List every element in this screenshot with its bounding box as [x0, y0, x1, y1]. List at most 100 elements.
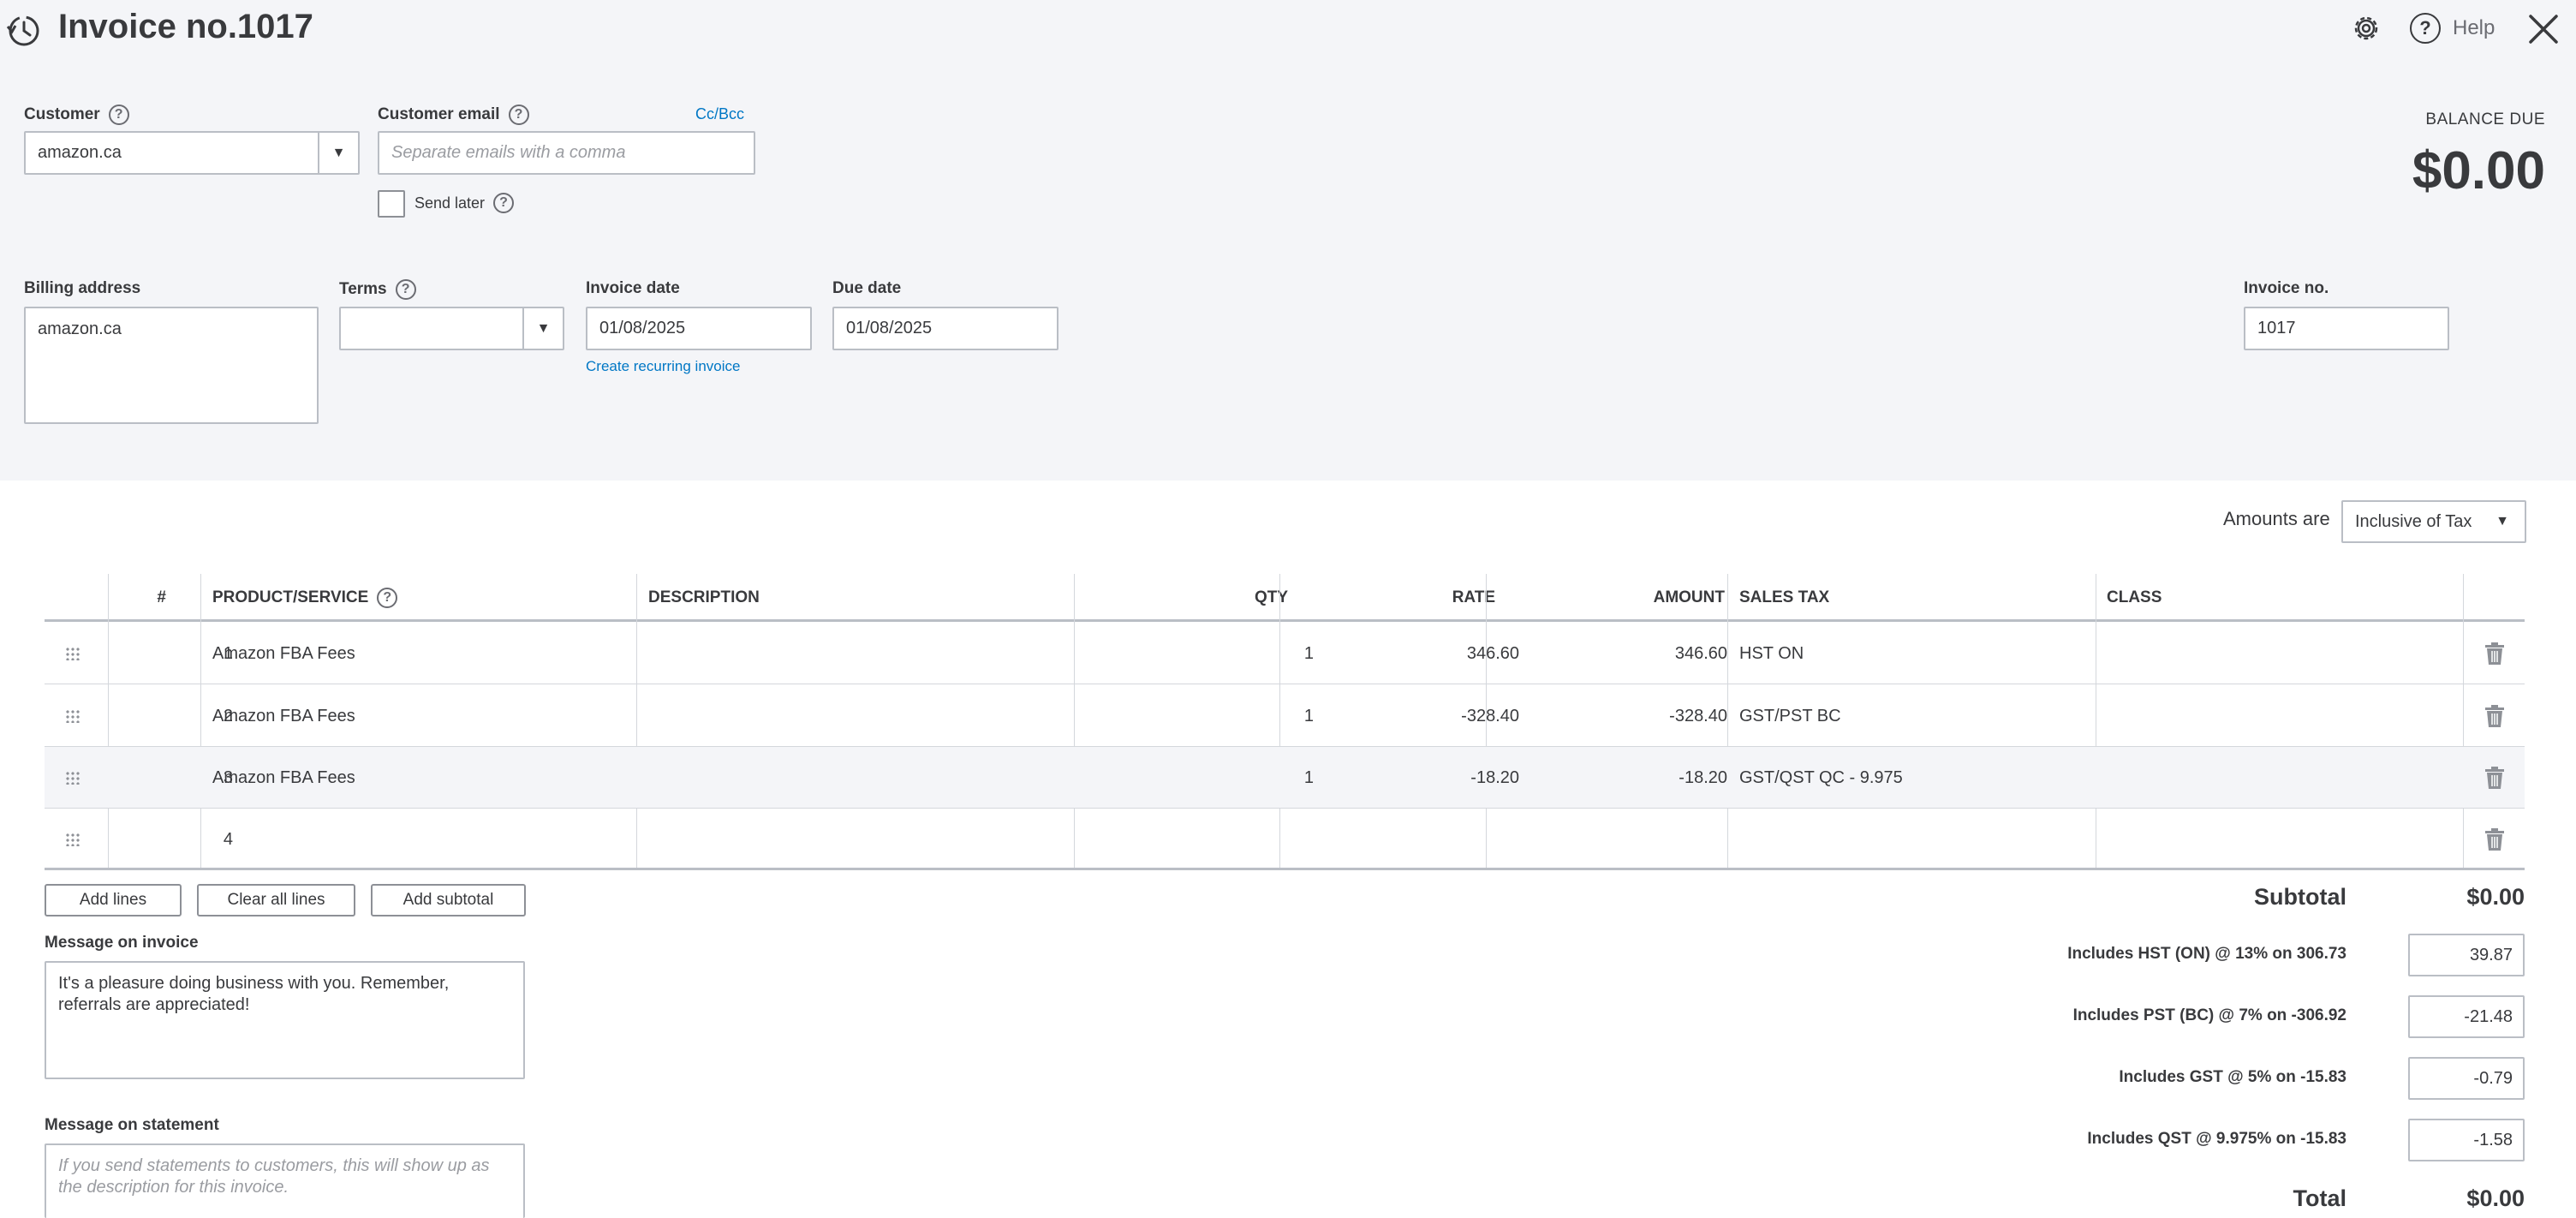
amounts-are-value: Inclusive of Tax — [2355, 511, 2472, 531]
chevron-down-icon: ▼ — [2496, 514, 2509, 528]
col-product: PRODUCT/SERVICE? — [212, 574, 398, 622]
terms-select[interactable]: ▼ — [339, 307, 564, 350]
amounts-are-select[interactable]: Inclusive of Tax ▼ — [2341, 500, 2526, 543]
tax-label-pst-bc: Includes PST (BC) @ 7% on -306.92 — [2072, 1006, 2346, 1024]
recent-transactions-icon[interactable] — [5, 12, 43, 50]
invoice-header-area — [0, 0, 2576, 481]
trash-icon[interactable] — [2484, 766, 2506, 790]
due-date-input[interactable]: 01/08/2025 — [832, 307, 1058, 350]
help-icon[interactable]: ? — [508, 104, 529, 125]
customer-email-input[interactable]: Separate emails with a comma — [378, 131, 755, 175]
billing-address-label: Billing address — [24, 279, 141, 297]
tax-label-qst: Includes QST @ 9.975% on -15.83 — [2087, 1130, 2346, 1148]
create-recurring-link[interactable]: Create recurring invoice — [586, 358, 740, 375]
invoice-no-input[interactable]: 1017 — [2244, 307, 2449, 350]
row-rate[interactable]: 346.60 — [1279, 623, 1519, 684]
invoice-no-label: Invoice no. — [2244, 279, 2329, 297]
invoice-date-input[interactable]: 01/08/2025 — [586, 307, 812, 350]
tax-value-hst-on[interactable]: 39.87 — [2408, 934, 2525, 976]
page-title: Invoice no.1017 — [58, 8, 313, 45]
trash-icon[interactable] — [2484, 642, 2506, 666]
row-tax[interactable]: GST/PST BC — [1739, 685, 1841, 747]
drag-handle-icon[interactable] — [65, 709, 80, 723]
row-product[interactable]: Amazon FBA Fees — [212, 747, 355, 809]
message-statement-input[interactable]: If you send statements to customers, thi… — [45, 1143, 525, 1218]
trash-icon[interactable] — [2484, 827, 2506, 851]
table-row[interactable]: 3 Amazon FBA Fees 1 -18.20 -18.20 GST/QS… — [45, 747, 2525, 809]
balance-due-amount: $0.00 — [2412, 141, 2545, 200]
clear-all-lines-button[interactable]: Clear all lines — [197, 884, 355, 916]
row-tax[interactable]: HST ON — [1739, 623, 1804, 684]
help-label: Help — [2453, 16, 2496, 39]
total-label: Total — [2293, 1185, 2347, 1211]
help-icon[interactable]: ? — [395, 279, 416, 300]
message-invoice-label: Message on invoice — [45, 934, 199, 952]
table-row[interactable]: 4 — [45, 809, 2525, 870]
tax-value-pst-bc[interactable]: -21.48 — [2408, 995, 2525, 1038]
tax-value-gst[interactable]: -0.79 — [2408, 1057, 2525, 1100]
total-value: $0.00 — [2466, 1185, 2525, 1211]
row-product[interactable]: Amazon FBA Fees — [212, 623, 355, 684]
row-rate[interactable]: -328.40 — [1279, 685, 1519, 747]
col-num: # — [157, 588, 166, 606]
trash-icon[interactable] — [2484, 704, 2506, 728]
chevron-down-icon[interactable]: ▼ — [522, 308, 563, 349]
send-later-checkbox[interactable] — [378, 190, 405, 218]
col-amount: AMOUNT — [1653, 588, 1725, 606]
col-description: DESCRIPTION — [648, 588, 760, 606]
cc-bcc-link[interactable]: Cc/Bcc — [695, 105, 744, 123]
col-rate: RATE — [1452, 588, 1495, 606]
customer-select[interactable]: amazon.ca ▼ — [24, 131, 360, 175]
chevron-down-icon[interactable]: ▼ — [318, 133, 358, 173]
gear-icon[interactable] — [2350, 12, 2382, 45]
table-row[interactable]: 1 Amazon FBA Fees 1 346.60 346.60 HST ON — [45, 623, 2525, 684]
add-lines-button[interactable]: Add lines — [45, 884, 182, 916]
amounts-are-label: Amounts are — [2223, 508, 2330, 529]
help-button[interactable]: ? Help — [2410, 12, 2495, 45]
invoice-date-value: 01/08/2025 — [599, 319, 686, 337]
tax-label-hst-on: Includes HST (ON) @ 13% on 306.73 — [2067, 945, 2346, 963]
drag-handle-icon[interactable] — [65, 647, 80, 660]
send-later-label: Send later? — [414, 193, 515, 213]
row-rate[interactable]: -18.20 — [1279, 747, 1519, 809]
message-statement-label: Message on statement — [45, 1116, 219, 1134]
help-icon[interactable]: ? — [493, 193, 515, 213]
customer-value: amazon.ca — [38, 143, 122, 162]
table-row[interactable]: 2 Amazon FBA Fees 1 -328.40 -328.40 GST/… — [45, 685, 2525, 747]
customer-label: Customer? — [24, 104, 129, 125]
help-icon: ? — [2410, 13, 2441, 44]
invoice-no-value: 1017 — [2257, 319, 2296, 337]
subtotal-label: Subtotal — [2254, 884, 2346, 910]
billing-address-input[interactable]: amazon.ca — [24, 307, 319, 424]
terms-label: Terms? — [339, 279, 416, 300]
balance-due-label: BALANCE DUE — [2425, 110, 2545, 128]
help-icon[interactable]: ? — [377, 588, 398, 608]
invoice-date-label: Invoice date — [586, 279, 680, 297]
row-tax[interactable]: GST/QST QC - 9.975 — [1739, 747, 1903, 809]
col-qty: QTY — [1254, 588, 1288, 606]
row-amount[interactable]: -328.40 — [1486, 685, 1727, 747]
close-icon[interactable] — [2528, 14, 2559, 45]
due-date-label: Due date — [832, 279, 902, 297]
row-qty[interactable]: 1 — [1074, 623, 1314, 684]
row-amount[interactable]: 346.60 — [1486, 623, 1727, 684]
col-sales-tax: SALES TAX — [1739, 588, 1830, 606]
drag-handle-icon[interactable] — [65, 771, 80, 785]
line-items-header: # PRODUCT/SERVICE? DESCRIPTION QTY RATE … — [45, 574, 2525, 622]
add-subtotal-button[interactable]: Add subtotal — [371, 884, 526, 916]
subtotal-value: $0.00 — [2466, 884, 2525, 910]
row-qty[interactable]: 1 — [1074, 685, 1314, 747]
email-placeholder: Separate emails with a comma — [391, 143, 626, 162]
drag-handle-icon[interactable] — [65, 833, 80, 846]
help-icon[interactable]: ? — [108, 104, 129, 125]
tax-label-gst: Includes GST @ 5% on -15.83 — [2119, 1068, 2346, 1086]
row-amount[interactable]: -18.20 — [1486, 747, 1727, 809]
col-class: CLASS — [2107, 588, 2162, 606]
due-date-value: 01/08/2025 — [846, 319, 933, 337]
row-product[interactable]: Amazon FBA Fees — [212, 685, 355, 747]
row-num: 4 — [223, 829, 233, 849]
message-invoice-input[interactable]: It's a pleasure doing business with you.… — [45, 961, 525, 1079]
tax-value-qst[interactable]: -1.58 — [2408, 1119, 2525, 1161]
customer-email-label: Customer email? — [378, 104, 529, 125]
row-qty[interactable]: 1 — [1074, 747, 1314, 809]
